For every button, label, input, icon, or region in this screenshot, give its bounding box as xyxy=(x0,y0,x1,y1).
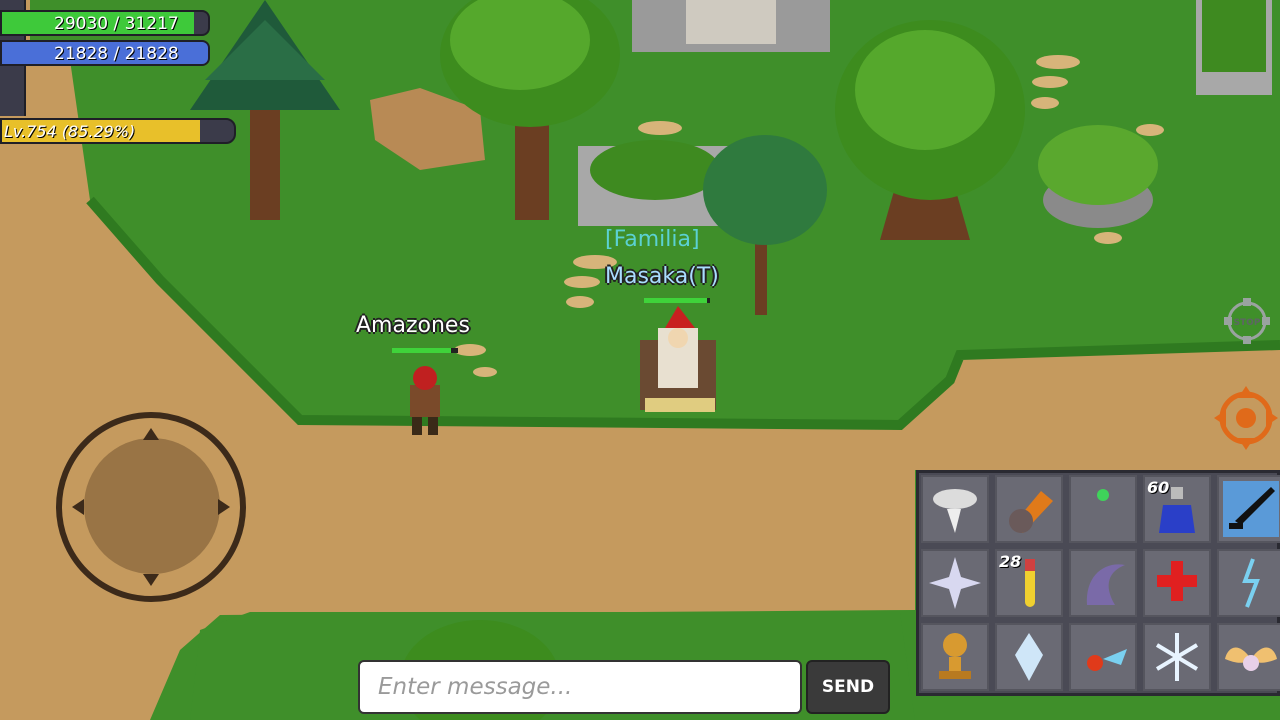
player-hp-mini xyxy=(644,298,710,303)
skill-slot[interactable] xyxy=(1143,623,1211,691)
skill-bar: 60 28 xyxy=(916,470,1280,696)
xp-bar: Lv.754 (85.29%) xyxy=(0,118,236,144)
lightning-skill-icon xyxy=(1242,558,1260,608)
skill-slot[interactable] xyxy=(921,623,989,691)
hp-value: 29030 / 31217 xyxy=(54,14,179,34)
golden-trophy-skill-icon xyxy=(939,633,971,679)
crystal-star-skill-icon xyxy=(929,557,981,609)
skill-slot[interactable] xyxy=(921,549,989,617)
send-button[interactable]: SEND xyxy=(806,660,890,714)
skill-slot[interactable] xyxy=(921,475,989,543)
heal-cross-skill-icon xyxy=(1157,561,1197,601)
stop-icon: STOP xyxy=(1224,298,1270,344)
whirlwind-skill-icon xyxy=(933,489,977,533)
target-button[interactable] xyxy=(1212,384,1280,452)
skill-slot[interactable] xyxy=(1069,549,1137,617)
npc-hp-mini xyxy=(392,348,458,353)
dpad-joystick-icon xyxy=(72,428,230,586)
snowflake-skill-icon xyxy=(1155,633,1199,681)
stop-button[interactable]: STOP xyxy=(1222,296,1272,346)
player-name[interactable]: Masaka(T) xyxy=(605,264,719,289)
slot-count: 60 xyxy=(1147,478,1170,497)
angel-wings-skill-icon xyxy=(1225,647,1277,671)
mp-bar: 21828 / 21828 xyxy=(0,40,210,66)
green-sprite-icon xyxy=(1097,489,1109,501)
skill-slot[interactable] xyxy=(1217,475,1280,543)
skill-slot[interactable] xyxy=(1069,475,1137,543)
slot-count: 28 xyxy=(999,552,1022,571)
virtual-joystick[interactable] xyxy=(56,412,246,602)
level-text: Lv.754 (85.29%) xyxy=(4,122,136,141)
npc-name[interactable]: Amazones xyxy=(356,313,470,338)
target-crosshair-icon xyxy=(1214,386,1278,450)
ice-crystal-skill-icon xyxy=(1015,633,1043,681)
sword-skill-icon xyxy=(1223,481,1279,537)
skill-slot[interactable] xyxy=(995,623,1063,691)
skill-slot[interactable] xyxy=(1143,549,1211,617)
hp-bar: 29030 / 31217 xyxy=(0,10,210,36)
skill-slot[interactable]: 60 xyxy=(1143,475,1211,543)
skill-slot[interactable] xyxy=(995,475,1063,543)
chat-placeholder: Enter message... xyxy=(378,674,573,700)
skill-slot[interactable] xyxy=(1217,623,1280,691)
meteor-skill-icon xyxy=(1009,491,1053,533)
guild-tag: [Familia] xyxy=(605,227,700,252)
stop-label: STOP xyxy=(1234,318,1261,328)
mp-value: 21828 / 21828 xyxy=(54,44,179,64)
chat-input[interactable]: Enter message... xyxy=(358,660,802,714)
purple-claw-skill-icon xyxy=(1086,564,1125,605)
skill-slot[interactable]: 28 xyxy=(995,549,1063,617)
fireball-skill-icon xyxy=(1087,649,1127,671)
skill-slot[interactable] xyxy=(1217,549,1280,617)
skill-slot[interactable] xyxy=(1069,623,1137,691)
